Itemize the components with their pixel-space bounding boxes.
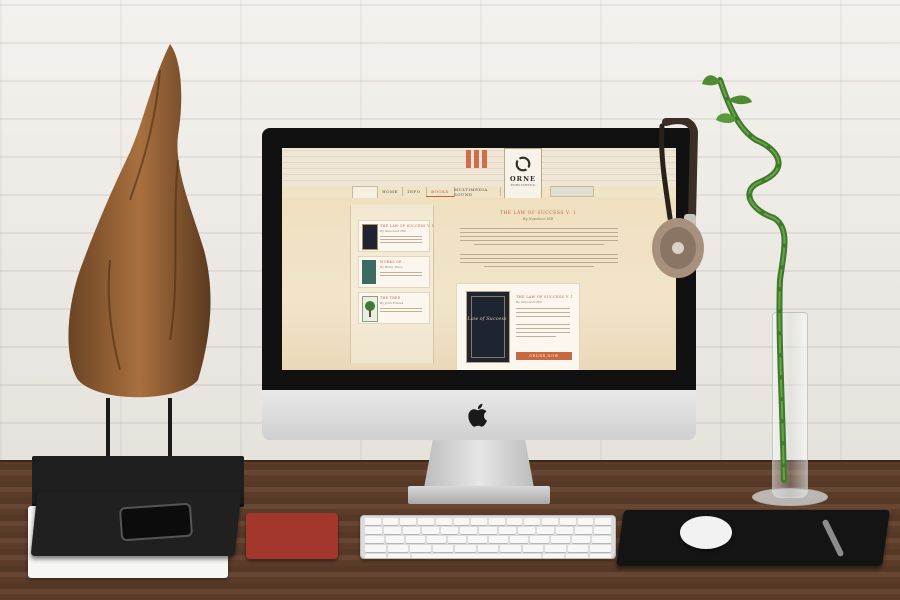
text-line bbox=[484, 266, 594, 268]
card-author: By Brian Tracy bbox=[380, 265, 403, 269]
tree-icon bbox=[365, 301, 375, 317]
text-line bbox=[380, 242, 422, 243]
site-header-background bbox=[282, 148, 676, 186]
text-line bbox=[516, 316, 570, 317]
text-line bbox=[460, 254, 618, 256]
text-line bbox=[380, 308, 422, 309]
text-line bbox=[380, 272, 422, 273]
card-title: THE TREE bbox=[380, 296, 401, 300]
smartphone bbox=[118, 502, 194, 542]
text-line bbox=[516, 328, 570, 329]
ribbon-banner bbox=[482, 150, 487, 168]
text-line bbox=[460, 258, 618, 260]
nav-cart-box[interactable] bbox=[550, 186, 594, 197]
order-now-button[interactable]: ORDER NOW bbox=[516, 352, 572, 360]
card-title: WORKS OF... bbox=[380, 260, 406, 264]
imac-stand-neck bbox=[424, 440, 534, 488]
headphones bbox=[652, 118, 704, 278]
feature-book-author: By Napoleon Hill bbox=[522, 217, 554, 221]
sidebar-book-card[interactable]: THE LAW OF SUCCESS V. 1 By Napoleon Hill bbox=[358, 220, 434, 252]
sidebar-book-card[interactable]: THE TREE By John Fowles bbox=[358, 292, 430, 324]
text-line bbox=[516, 308, 570, 309]
sidebar-header-ornament: · · · bbox=[387, 207, 397, 211]
card-title: THE LAW OF SUCCESS V. 1 bbox=[380, 224, 435, 228]
nav-info[interactable]: INFO bbox=[402, 187, 427, 196]
sculpture-stand-rod bbox=[106, 398, 110, 464]
text-line bbox=[474, 244, 604, 246]
feature-book-cover[interactable]: Law of Success bbox=[466, 291, 510, 363]
text-line bbox=[460, 228, 618, 230]
text-line bbox=[460, 240, 618, 242]
book-cover-text: Law of Success bbox=[467, 316, 507, 322]
ribbon-banner bbox=[466, 150, 471, 168]
red-passport-book bbox=[246, 513, 338, 559]
nav-multimedia-sound[interactable]: MULTIMEDIA SOUND bbox=[454, 187, 501, 197]
text-line bbox=[516, 312, 570, 313]
driftwood-sculpture bbox=[68, 44, 211, 398]
lucky-bamboo bbox=[702, 75, 788, 483]
keyboard bbox=[360, 515, 616, 559]
book-thumbnail bbox=[362, 260, 376, 284]
text-line bbox=[516, 336, 556, 337]
sculpture-stand-rod bbox=[168, 398, 172, 464]
leather-mousepad bbox=[616, 510, 890, 566]
ribbon-banner bbox=[474, 150, 479, 168]
text-line bbox=[460, 236, 618, 238]
apple-logo-icon bbox=[468, 403, 487, 427]
text-line bbox=[380, 236, 422, 237]
logo-name: ORNE bbox=[510, 175, 536, 183]
feature-card-title: THE LAW OF SUCCESS V. 1 bbox=[516, 295, 574, 299]
mouse bbox=[680, 516, 732, 549]
card-author: By Napoleon Hill bbox=[380, 229, 406, 233]
text-line bbox=[460, 262, 618, 264]
text-line bbox=[380, 239, 422, 240]
logo-subtitle: PUBLISHING bbox=[510, 183, 536, 187]
site-logo[interactable]: ORNE PUBLISHING bbox=[504, 148, 542, 200]
text-line bbox=[380, 275, 422, 276]
feature-book-title: THE LAW OF SUCCESS V. 1 bbox=[499, 211, 577, 216]
text-line bbox=[460, 232, 618, 234]
book-cover-border bbox=[471, 296, 505, 358]
imac-stand-foot bbox=[408, 486, 550, 504]
book-thumbnail bbox=[362, 296, 378, 322]
logo-mark-icon bbox=[515, 156, 531, 172]
text-line bbox=[516, 324, 570, 325]
nav-home[interactable]: HOME bbox=[378, 187, 403, 196]
card-author: By John Fowles bbox=[380, 301, 404, 305]
book-thumbnail bbox=[362, 224, 378, 250]
text-line bbox=[380, 311, 422, 312]
nav-books[interactable]: BOOKS bbox=[426, 187, 455, 197]
feature-card-author: By Napoleon Hill bbox=[516, 300, 542, 304]
text-line bbox=[516, 332, 570, 333]
sidebar-book-card[interactable]: WORKS OF... By Brian Tracy bbox=[358, 256, 430, 288]
website-screen: ORNE PUBLISHING HOME INFO BOOKS MULTIMED… bbox=[282, 148, 676, 370]
